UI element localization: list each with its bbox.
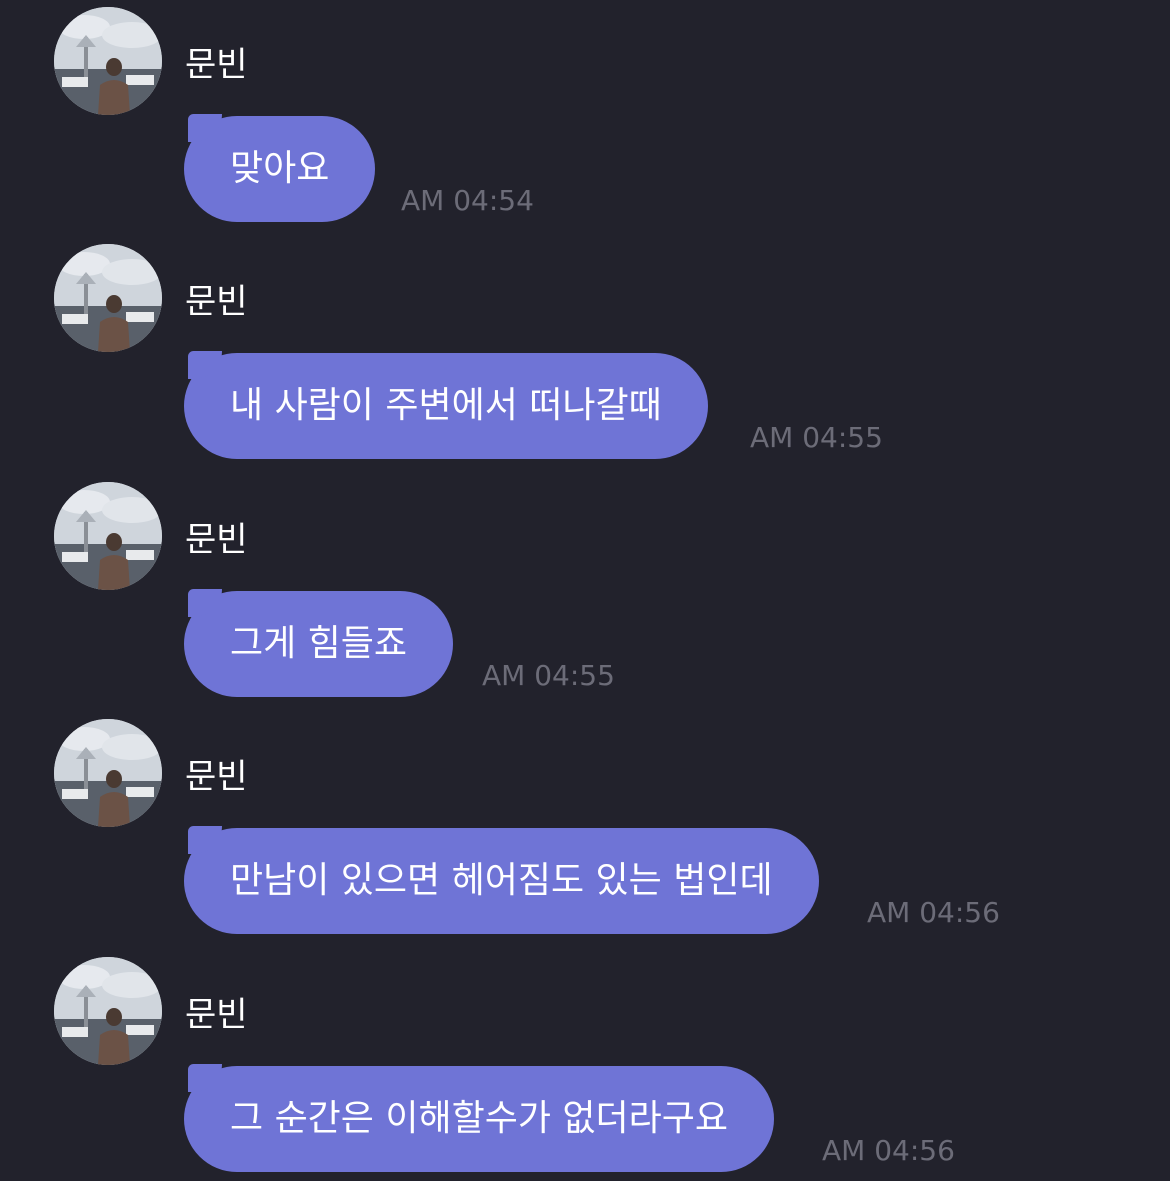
message-timestamp: AM 04:56	[867, 896, 1000, 929]
message-group: 문빈 맞아요 AM 04:54	[0, 0, 1170, 230]
message-text: 그게 힘들죠	[230, 623, 408, 664]
bubble-tail	[188, 826, 222, 854]
message-bubble[interactable]: 그게 힘들죠	[184, 589, 454, 697]
message-bubble[interactable]: 만남이 있으면 헤어짐도 있는 법인데	[184, 826, 819, 934]
bubble-tail	[188, 1064, 222, 1092]
avatar[interactable]	[54, 244, 162, 352]
message-timestamp: AM 04:55	[482, 659, 615, 692]
profile-photo-icon	[54, 719, 162, 827]
sender-name: 문빈	[185, 995, 248, 1035]
sender-name: 문빈	[185, 520, 248, 560]
message-timestamp: AM 04:54	[401, 184, 534, 217]
message-bubble[interactable]: 내 사람이 주변에서 떠나갈때	[184, 351, 708, 459]
message-text: 맞아요	[230, 148, 330, 189]
avatar[interactable]	[54, 719, 162, 827]
bubble-tail	[188, 351, 222, 379]
avatar[interactable]	[54, 482, 162, 590]
profile-photo-icon	[54, 244, 162, 352]
profile-photo-icon	[54, 7, 162, 115]
profile-photo-icon	[54, 957, 162, 1065]
sender-name: 문빈	[185, 757, 248, 797]
message-group: 문빈 그 순간은 이해할수가 없더라구요 AM 04:56	[0, 950, 1170, 1180]
bubble-tail	[188, 114, 222, 142]
avatar[interactable]	[54, 957, 162, 1065]
message-timestamp: AM 04:56	[822, 1134, 955, 1167]
message-group: 문빈 그게 힘들죠 AM 04:55	[0, 475, 1170, 705]
chat-thread[interactable]: 문빈 맞아요 AM 04:54 문빈 내 사람이 주변에서 떠나갈때 AM 04…	[0, 0, 1170, 1181]
sender-name: 문빈	[185, 282, 248, 322]
message-bubble[interactable]: 맞아요	[184, 114, 376, 222]
message-text: 내 사람이 주변에서 떠나갈때	[230, 385, 662, 426]
message-bubble[interactable]: 그 순간은 이해할수가 없더라구요	[184, 1064, 775, 1172]
message-text: 만남이 있으면 헤어짐도 있는 법인데	[230, 860, 773, 901]
message-text: 그 순간은 이해할수가 없더라구요	[230, 1098, 729, 1139]
message-group: 문빈 내 사람이 주변에서 떠나갈때 AM 04:55	[0, 237, 1170, 467]
avatar[interactable]	[54, 7, 162, 115]
profile-photo-icon	[54, 482, 162, 590]
message-timestamp: AM 04:55	[750, 421, 883, 454]
bubble-tail	[188, 589, 222, 617]
sender-name: 문빈	[185, 45, 248, 85]
message-group: 문빈 만남이 있으면 헤어짐도 있는 법인데 AM 04:56	[0, 712, 1170, 942]
